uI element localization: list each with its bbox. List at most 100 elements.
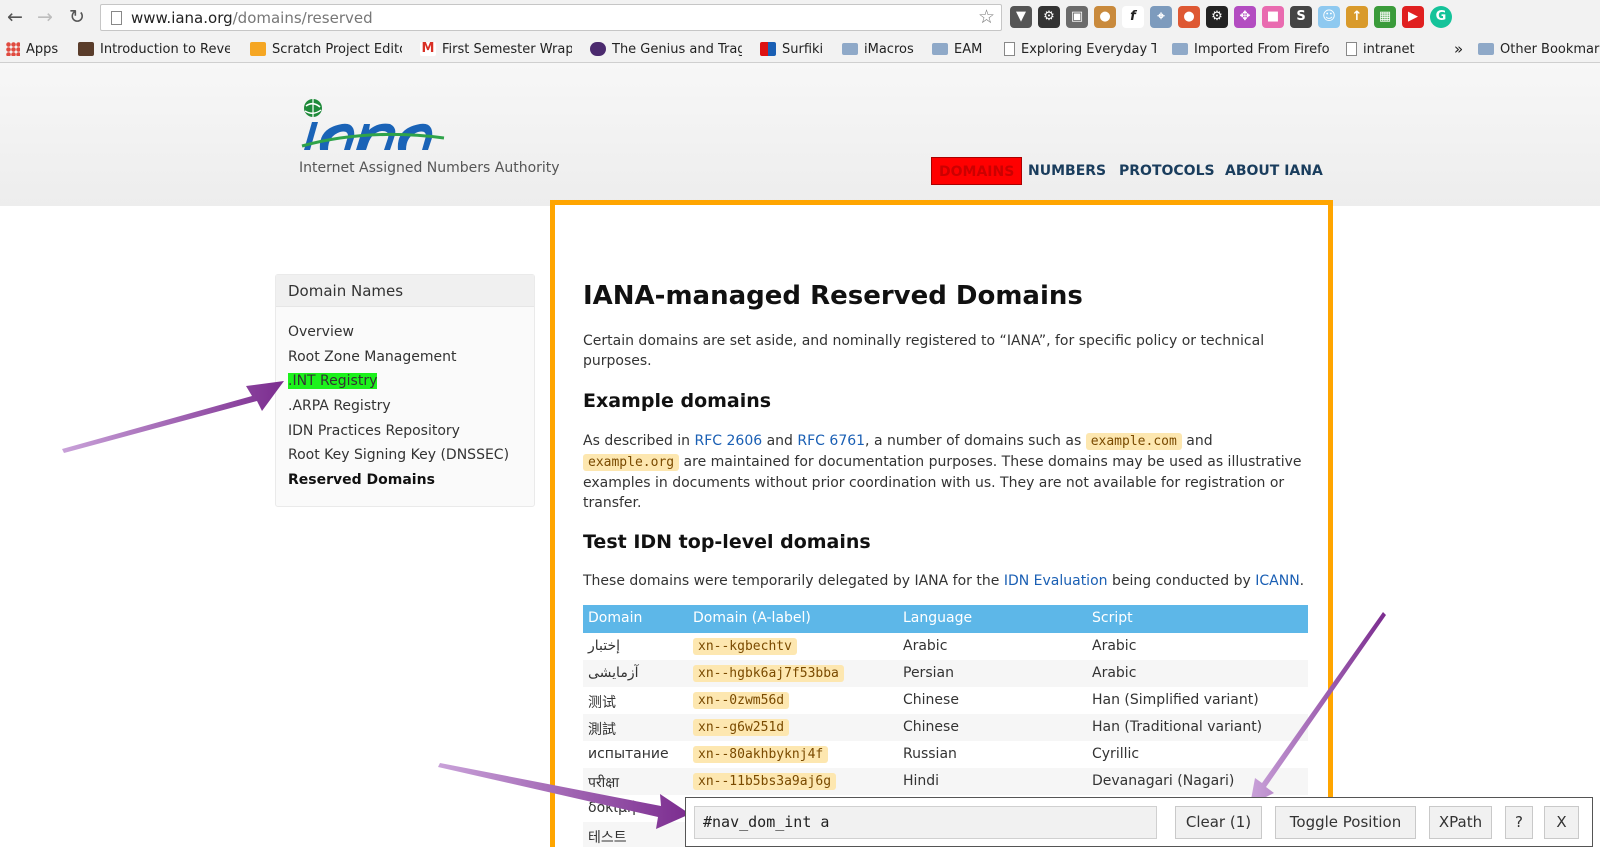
text: are maintained for documentation purpose…	[583, 454, 1302, 511]
pin-icon[interactable]: ↑	[1346, 6, 1368, 28]
folder-icon	[932, 43, 948, 55]
nav-numbers[interactable]: NUMBERS	[1028, 157, 1106, 185]
pocket-icon[interactable]: ▼	[1010, 6, 1032, 28]
duckduckgo-icon[interactable]: ●	[1178, 6, 1200, 28]
overflow-chevron: »	[1454, 40, 1464, 58]
s-extension-icon[interactable]: S	[1290, 6, 1312, 28]
table-cell: Cyrillic	[1092, 746, 1140, 762]
bookmark-label: Exploring Everyday T	[1021, 41, 1156, 57]
rfc-6761-link[interactable]: RFC 6761	[797, 433, 865, 449]
page-title: IANA-managed Reserved Domains	[583, 281, 1083, 311]
table-cell: Devanagari (Nagari)	[1092, 773, 1235, 789]
bookmark-label: iMacros	[864, 41, 914, 57]
a-label-code: xn--kgbechtv	[693, 638, 797, 655]
document-icon	[1004, 42, 1015, 56]
css-selector-input[interactable]: #nav_dom_int a	[694, 806, 1157, 839]
move-icon[interactable]: ✥	[1234, 6, 1256, 28]
emoji-icon[interactable]: ☺	[1318, 6, 1340, 28]
bookmark-item[interactable]: Surfiki	[760, 39, 823, 59]
sidebar-item-idn-practices[interactable]: IDN Practices Repository	[288, 423, 460, 439]
scratch-icon	[250, 42, 266, 56]
gmail-icon: M	[420, 41, 436, 56]
bookmark-folder[interactable]: Other Bookmark	[1478, 39, 1600, 59]
gear-icon[interactable]: ⚙	[1038, 6, 1060, 28]
nav-protocols[interactable]: PROTOCOLS	[1119, 157, 1215, 185]
table-cell: δοκιμή	[588, 800, 636, 816]
close-button[interactable]: X	[1544, 806, 1579, 839]
help-button[interactable]: ?	[1505, 806, 1533, 839]
bookmark-apps[interactable]: Apps	[6, 39, 58, 59]
iana-logo[interactable]	[298, 98, 448, 153]
table-cell: Russian	[903, 746, 957, 762]
text: being conducted by	[1107, 573, 1256, 589]
address-bar[interactable]: www.iana.org/domains/reserved ☆	[100, 4, 1002, 31]
table-cell: 测试	[588, 695, 616, 711]
example-domains-heading: Example domains	[583, 390, 772, 412]
grammarly-icon[interactable]: G	[1430, 6, 1452, 28]
table-cell: Persian	[903, 665, 954, 681]
folder-icon	[1172, 43, 1188, 55]
forward-icon[interactable]: →	[34, 6, 56, 28]
table-row: آزمایشی xn--hgbk6aj7f53bba Persian Arabic	[583, 660, 1308, 687]
bookmark-item[interactable]: M First Semester Wrap	[420, 39, 572, 59]
sidebar-item-root-key[interactable]: Root Key Signing Key (DNSSEC)	[288, 447, 509, 463]
text: .	[1299, 573, 1305, 589]
bookmark-label: Apps	[26, 41, 59, 57]
table-row: испытание xn--80akhbyknj4f Russian Cyrillic	[583, 741, 1308, 768]
clear-button[interactable]: Clear (1)	[1175, 806, 1262, 839]
sidebar-item-root-zone[interactable]: Root Zone Management	[288, 349, 457, 365]
table-cell: Han (Simplified variant)	[1092, 692, 1259, 708]
bookmark-item[interactable]: The Genius and Trag	[590, 39, 742, 59]
selector-gadget-icon[interactable]: ⌖	[1150, 6, 1172, 28]
table-cell: Han (Traditional variant)	[1092, 719, 1263, 735]
selector-gadget-bar: #nav_dom_int a Clear (1) Toggle Position…	[685, 797, 1593, 847]
rfc-2606-link[interactable]: RFC 2606	[695, 433, 763, 449]
bookmark-folder[interactable]: EAM	[932, 39, 982, 59]
text: As described in	[583, 433, 695, 449]
toggle-position-button[interactable]: Toggle Position	[1275, 806, 1416, 839]
bookmark-item[interactable]: intranet	[1346, 39, 1415, 59]
a-label-code: xn--g6w251d	[693, 719, 790, 736]
reload-icon[interactable]: ↻	[66, 6, 88, 28]
browser-chrome: ← → ↻ www.iana.org/domains/reserved ☆ ▼ …	[0, 0, 1600, 63]
table-cell: Chinese	[903, 719, 959, 735]
text: These domains were temporarily delegated…	[583, 573, 1004, 589]
bookmark-folder[interactable]: iMacros	[842, 39, 914, 59]
bookmark-item[interactable]: Scratch Project Edito	[250, 39, 402, 59]
extensions-toolbar: ▼ ⚙ ▣ ● f ⌖ ● ⚙ ✥ ■ S ☺ ↑ ▦ ▶ G	[1010, 6, 1452, 30]
bookmark-label: The Genius and Trag	[612, 41, 742, 57]
nav-domains[interactable]: DOMAINS	[931, 157, 1023, 185]
bookmark-star-icon[interactable]: ☆	[978, 6, 995, 28]
bookmark-label: Other Bookmark	[1500, 41, 1600, 57]
url-text[interactable]: www.iana.org/domains/reserved	[131, 9, 373, 27]
cookie-icon[interactable]: ●	[1094, 6, 1116, 28]
bookmark-item[interactable]: Introduction to Rever	[78, 39, 230, 59]
nav-about-iana[interactable]: ABOUT IANA	[1225, 157, 1323, 185]
xpath-button[interactable]: XPath	[1429, 806, 1492, 839]
code-example-org: example.org	[583, 454, 680, 471]
icann-link[interactable]: ICANN	[1255, 573, 1299, 589]
idn-evaluation-link[interactable]: IDN Evaluation	[1004, 573, 1108, 589]
youtube-icon[interactable]: ▶	[1402, 6, 1424, 28]
bookmarks-overflow-icon[interactable]: »	[1454, 39, 1463, 59]
table-cell: xn--kgbechtv	[693, 638, 797, 655]
sidebar-item-arpa-registry[interactable]: .ARPA Registry	[288, 398, 391, 414]
text: , a number of domains such as	[865, 433, 1086, 449]
sidebar-item-int-registry[interactable]: .INT Registry	[288, 373, 378, 389]
extension-puzzle-icon[interactable]: ▣	[1066, 6, 1088, 28]
table-cell: Arabic	[1092, 665, 1137, 681]
table-header: Domain Domain (A-label) Language Script	[583, 605, 1308, 633]
sidebar-item-reserved-domains[interactable]: Reserved Domains	[288, 472, 435, 488]
palette-icon[interactable]: ▦	[1374, 6, 1396, 28]
color-picker-icon[interactable]: ■	[1262, 6, 1284, 28]
function-icon[interactable]: f	[1122, 6, 1144, 28]
bookmark-folder[interactable]: Imported From Firefo	[1172, 39, 1332, 59]
sidebar-item-overview[interactable]: Overview	[288, 324, 354, 340]
table-cell: испытание	[588, 746, 669, 762]
bookmark-item[interactable]: Exploring Everyday T	[1004, 39, 1156, 59]
example-paragraph: As described in RFC 2606 and RFC 6761, a…	[583, 431, 1308, 513]
site-tagline: Internet Assigned Numbers Authority	[299, 160, 560, 176]
back-icon[interactable]: ←	[4, 6, 26, 28]
settings-wheel-icon[interactable]: ⚙	[1206, 6, 1228, 28]
document-icon	[1346, 42, 1357, 56]
